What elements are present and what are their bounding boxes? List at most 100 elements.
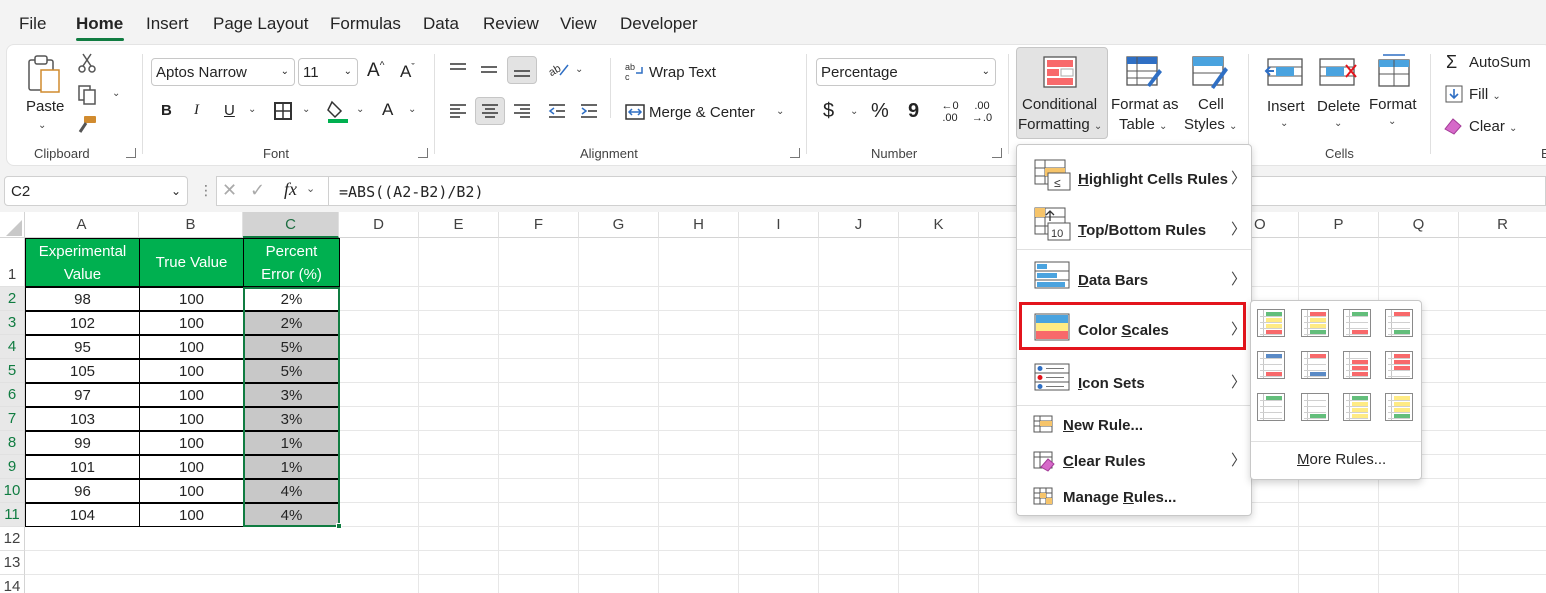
format-dropdown-icon[interactable]: ⌄ xyxy=(1388,116,1396,127)
row-header-5[interactable]: 5 xyxy=(0,359,25,383)
chevron-down-icon[interactable]: ⌄ xyxy=(306,182,315,195)
insert-function-icon[interactable]: fx xyxy=(284,179,297,200)
cell-b4[interactable]: 100 xyxy=(139,335,244,359)
tab-view[interactable]: View xyxy=(560,14,597,34)
column-header-o[interactable]: O xyxy=(1252,212,1299,238)
fill-button[interactable]: Fill ⌄ xyxy=(1469,86,1501,103)
cell-c5[interactable]: 5% xyxy=(243,359,340,383)
row-header-12[interactable]: 12 xyxy=(0,527,25,551)
currency-button[interactable]: $ xyxy=(823,100,834,123)
cell-c4[interactable]: 5% xyxy=(243,335,340,359)
cell-styles-label-1[interactable]: Cell xyxy=(1198,96,1224,113)
grow-font-button[interactable]: A^ xyxy=(367,60,384,82)
cell-a8[interactable]: 99 xyxy=(25,431,140,455)
row-header-11[interactable]: 11 xyxy=(0,503,25,527)
font-color-dropdown-icon[interactable]: ⌄ xyxy=(408,104,416,115)
decrease-decimal-button[interactable]: .00 →.0 xyxy=(968,98,996,126)
align-left-icon[interactable] xyxy=(446,100,470,122)
insert-dropdown-icon[interactable]: ⌄ xyxy=(1280,118,1288,129)
cell-a6[interactable]: 97 xyxy=(25,383,140,407)
tab-review[interactable]: Review xyxy=(483,14,539,34)
format-as-table-icon[interactable] xyxy=(1124,54,1164,90)
color-scale-swatch[interactable] xyxy=(1343,351,1371,379)
middle-align-icon[interactable] xyxy=(477,58,501,80)
name-box[interactable]: C2 ⌄ xyxy=(4,176,188,206)
column-header-k[interactable]: K xyxy=(899,212,979,238)
cell-c6[interactable]: 3% xyxy=(243,383,340,407)
format-as-table-label-2[interactable]: Table ⌄ xyxy=(1119,116,1167,133)
insert-cells-button[interactable]: Insert xyxy=(1267,98,1305,115)
color-scale-swatch[interactable] xyxy=(1257,393,1285,421)
row-header-2[interactable]: 2 xyxy=(0,287,25,311)
color-scale-swatch[interactable] xyxy=(1385,351,1413,379)
color-scale-swatch[interactable] xyxy=(1301,351,1329,379)
column-header-a[interactable]: A xyxy=(25,212,139,238)
enter-icon[interactable]: ✓ xyxy=(250,180,265,201)
cell-b8[interactable]: 100 xyxy=(139,431,244,455)
row-header-4[interactable]: 4 xyxy=(0,335,25,359)
font-launcher-icon[interactable] xyxy=(418,148,428,158)
align-center-icon[interactable] xyxy=(475,97,505,125)
more-options-icon[interactable]: ⋮ xyxy=(199,182,213,199)
autosum-icon[interactable]: Σ xyxy=(1446,52,1457,73)
delete-dropdown-icon[interactable]: ⌄ xyxy=(1334,118,1342,129)
decrease-indent-icon[interactable] xyxy=(545,100,569,122)
cell-b11[interactable]: 100 xyxy=(139,503,244,527)
font-size-combo[interactable]: 11 ⌄ xyxy=(298,58,358,86)
color-scale-swatch[interactable] xyxy=(1343,309,1371,337)
cell-c8[interactable]: 1% xyxy=(243,431,340,455)
paste-icon[interactable] xyxy=(24,54,64,94)
underline-dropdown-icon[interactable]: ⌄ xyxy=(248,104,256,115)
clear-button[interactable]: Clear ⌄ xyxy=(1469,118,1517,135)
merge-center-button[interactable]: Merge & Center xyxy=(649,104,755,121)
wrap-text-icon[interactable]: ab c xyxy=(624,60,646,82)
tab-page-layout[interactable]: Page Layout xyxy=(213,14,308,34)
font-color-button[interactable]: A xyxy=(382,100,393,120)
format-as-table-label-1[interactable]: Format as xyxy=(1111,96,1179,113)
column-header-g[interactable]: G xyxy=(579,212,659,238)
cell-a10[interactable]: 96 xyxy=(25,479,140,503)
menu-item-data-bars[interactable]: Data Bars 〉 xyxy=(1017,253,1251,303)
color-scale-swatch[interactable] xyxy=(1257,351,1285,379)
alignment-launcher-icon[interactable] xyxy=(790,148,800,158)
cell-a11[interactable]: 104 xyxy=(25,503,140,527)
color-scale-swatch[interactable] xyxy=(1301,309,1329,337)
cell-styles-label-2[interactable]: Styles ⌄ xyxy=(1184,116,1237,133)
orientation-dropdown-icon[interactable]: ⌄ xyxy=(575,64,583,75)
cell-c1[interactable]: Percent Error (%) xyxy=(243,238,340,287)
cell-a3[interactable]: 102 xyxy=(25,311,140,335)
merge-dropdown-icon[interactable]: ⌄ xyxy=(776,106,784,117)
delete-cells-button[interactable]: Delete xyxy=(1317,98,1360,115)
orientation-icon[interactable]: ab xyxy=(545,58,571,80)
percent-button[interactable]: % xyxy=(871,100,889,123)
cell-b3[interactable]: 100 xyxy=(139,311,244,335)
align-right-icon[interactable] xyxy=(510,100,534,122)
borders-icon[interactable] xyxy=(272,100,294,122)
menu-item-icon-sets[interactable]: Icon Sets 〉 xyxy=(1017,355,1251,405)
column-header-q[interactable]: Q xyxy=(1379,212,1459,238)
column-header-c[interactable]: C xyxy=(243,212,339,238)
cell-b10[interactable]: 100 xyxy=(139,479,244,503)
tab-formulas[interactable]: Formulas xyxy=(330,14,401,34)
cell-a4[interactable]: 95 xyxy=(25,335,140,359)
bottom-align-icon[interactable] xyxy=(507,56,537,84)
currency-dropdown-icon[interactable]: ⌄ xyxy=(850,106,858,117)
cell-c9[interactable]: 1% xyxy=(243,455,340,479)
menu-item-clear-rules[interactable]: Clear Rules 〉 xyxy=(1017,445,1251,479)
cell-styles-icon[interactable] xyxy=(1190,54,1230,90)
cell-c7[interactable]: 3% xyxy=(243,407,340,431)
column-header-p[interactable]: P xyxy=(1299,212,1379,238)
column-header-r[interactable]: R xyxy=(1459,212,1546,238)
cell-b7[interactable]: 100 xyxy=(139,407,244,431)
increase-decimal-button[interactable]: ←0.00 xyxy=(936,98,964,126)
cell-c3[interactable]: 2% xyxy=(243,311,340,335)
column-header-i[interactable]: I xyxy=(739,212,819,238)
row-header-14[interactable]: 14 xyxy=(0,575,25,593)
tab-insert[interactable]: Insert xyxy=(146,14,189,34)
column-header-d[interactable]: D xyxy=(339,212,419,238)
number-launcher-icon[interactable] xyxy=(992,148,1002,158)
formula-text[interactable]: =ABS((A2-B2)/B2) xyxy=(339,183,484,201)
column-header-h[interactable]: H xyxy=(659,212,739,238)
cell-a5[interactable]: 105 xyxy=(25,359,140,383)
tab-developer[interactable]: Developer xyxy=(620,14,698,34)
